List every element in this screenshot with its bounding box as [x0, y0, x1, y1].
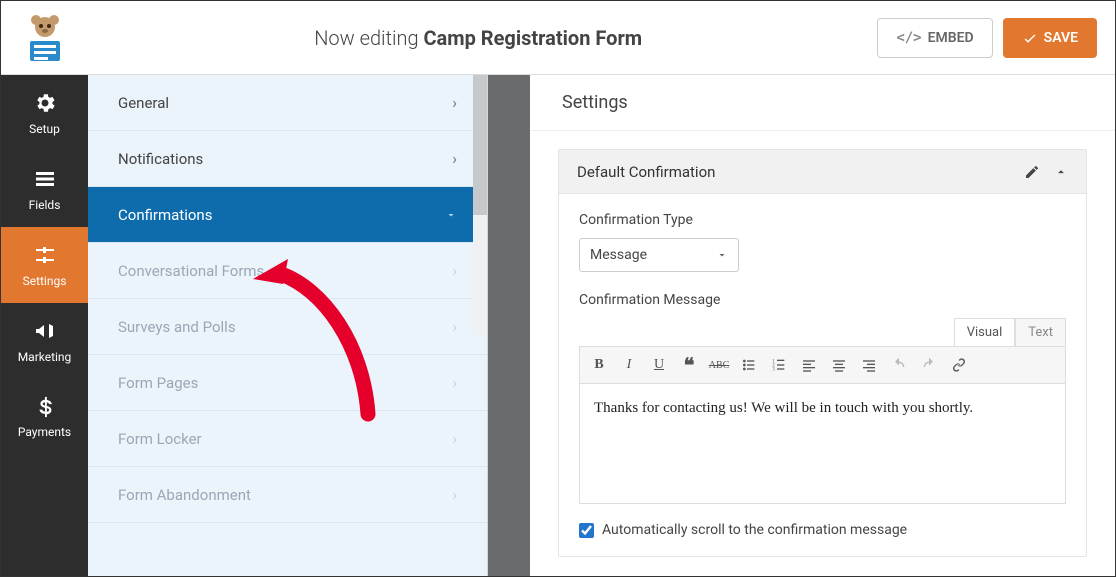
- undo-button[interactable]: [884, 350, 914, 380]
- editor-tabs: Visual Text: [579, 318, 1066, 346]
- sidebar-item-label: Form Pages: [118, 374, 198, 392]
- scrollbar-thumb[interactable]: [473, 75, 487, 215]
- chevron-right-icon: ›: [452, 317, 457, 336]
- chevron-right-icon: ›: [452, 149, 457, 168]
- nav-fields-label: Fields: [29, 198, 61, 212]
- tab-visual[interactable]: Visual: [954, 318, 1016, 346]
- sidebar-item-form-abandonment[interactable]: Form Abandonment ›: [88, 467, 487, 523]
- settings-sidebar: General › Notifications › Confirmations …: [88, 75, 488, 576]
- panel-header[interactable]: Default Confirmation: [559, 150, 1086, 194]
- align-right-button[interactable]: [854, 350, 884, 380]
- scrollbar-track[interactable]: [473, 75, 487, 335]
- confirmation-type-label: Confirmation Type: [579, 212, 1066, 228]
- confirmation-panel: Default Confirmation Confirmation Type M…: [558, 149, 1087, 557]
- sidebar-item-general[interactable]: General ›: [88, 75, 487, 131]
- chevron-right-icon: ›: [452, 261, 457, 280]
- nav-marketing-label: Marketing: [18, 350, 72, 364]
- top-header: Now editing Camp Registration Form </> E…: [1, 1, 1115, 75]
- panel-body: Confirmation Type Message Confirmation M…: [559, 194, 1086, 556]
- sidebar-item-label: Conversational Forms: [118, 262, 264, 280]
- sidebar-item-label: Form Locker: [118, 430, 202, 448]
- section-title: Settings: [530, 75, 1115, 131]
- bold-button[interactable]: B: [584, 350, 614, 380]
- list-icon: [33, 167, 57, 191]
- sidebar-item-form-pages[interactable]: Form Pages ›: [88, 355, 487, 411]
- chevron-right-icon: ›: [452, 373, 457, 392]
- megaphone-icon: [33, 319, 57, 343]
- code-icon: </>: [896, 30, 921, 46]
- sidebar-item-surveys-polls[interactable]: Surveys and Polls ›: [88, 299, 487, 355]
- page-title: Now editing Camp Registration Form: [79, 26, 877, 50]
- autoscroll-checkbox[interactable]: [579, 523, 594, 538]
- sidebar-item-notifications[interactable]: Notifications ›: [88, 131, 487, 187]
- chevron-right-icon: ›: [452, 485, 457, 504]
- gear-icon: [33, 91, 57, 115]
- pencil-icon[interactable]: [1024, 164, 1040, 180]
- nav-payments-label: Payments: [18, 425, 71, 439]
- header-actions: </> EMBED SAVE: [877, 18, 1097, 58]
- chevron-down-icon: [716, 249, 728, 261]
- nav-marketing[interactable]: Marketing: [1, 303, 88, 379]
- number-list-button[interactable]: 123: [764, 350, 794, 380]
- sidebar-item-label: General: [118, 94, 169, 112]
- save-label: SAVE: [1044, 30, 1078, 46]
- blockquote-button[interactable]: ❝: [674, 350, 704, 380]
- brand-logo: [19, 12, 71, 64]
- embed-label: EMBED: [928, 30, 974, 46]
- nav-rail: Setup Fields Settings Marketing Payments: [1, 75, 88, 576]
- workspace: Setup Fields Settings Marketing Payments…: [1, 75, 1115, 576]
- section-title-text: Settings: [562, 92, 628, 113]
- sidebar-item-form-locker[interactable]: Form Locker ›: [88, 411, 487, 467]
- check-icon: [1022, 30, 1038, 46]
- nav-settings-label: Settings: [23, 274, 67, 288]
- chevron-right-icon: ›: [452, 93, 457, 112]
- sidebar-item-label: Form Abandonment: [118, 486, 251, 504]
- svg-text:3: 3: [772, 367, 775, 372]
- align-center-button[interactable]: [824, 350, 854, 380]
- save-button[interactable]: SAVE: [1003, 18, 1097, 58]
- tab-text[interactable]: Text: [1015, 318, 1066, 346]
- italic-button[interactable]: I: [614, 350, 644, 380]
- nav-payments[interactable]: Payments: [1, 379, 88, 455]
- main-body: Default Confirmation Confirmation Type M…: [530, 131, 1115, 576]
- sidebar-item-conversational-forms[interactable]: Conversational Forms ›: [88, 243, 487, 299]
- preview-gutter: [488, 75, 530, 576]
- panel-title: Default Confirmation: [577, 163, 715, 181]
- sidebar-item-confirmations[interactable]: Confirmations: [88, 187, 487, 243]
- link-button[interactable]: [944, 350, 974, 380]
- autoscroll-row: Automatically scroll to the confirmation…: [579, 522, 1066, 538]
- align-left-button[interactable]: [794, 350, 824, 380]
- clear-format-button[interactable]: ABC: [704, 350, 734, 380]
- chevron-up-icon[interactable]: [1054, 165, 1068, 179]
- editor-content[interactable]: Thanks for contacting us! We will be in …: [579, 384, 1066, 504]
- form-name: Camp Registration Form: [423, 26, 642, 50]
- chevron-right-icon: ›: [452, 429, 457, 448]
- editing-prefix: Now editing: [314, 26, 423, 50]
- confirmation-type-value: Message: [590, 247, 647, 263]
- underline-button[interactable]: U: [644, 350, 674, 380]
- nav-fields[interactable]: Fields: [1, 151, 88, 227]
- sidebar-item-label: Confirmations: [118, 206, 212, 224]
- sidebar-item-label: Surveys and Polls: [118, 318, 236, 336]
- dollar-icon: [34, 396, 56, 418]
- confirmation-type-select[interactable]: Message: [579, 238, 739, 272]
- nav-setup-label: Setup: [29, 122, 60, 136]
- autoscroll-label: Automatically scroll to the confirmation…: [602, 522, 907, 538]
- editor-toolbar: B I U ❝ ABC 123: [579, 346, 1066, 384]
- redo-button[interactable]: [914, 350, 944, 380]
- bullet-list-button[interactable]: [734, 350, 764, 380]
- nav-setup[interactable]: Setup: [1, 75, 88, 151]
- sliders-icon: [33, 243, 57, 267]
- sidebar-item-label: Notifications: [118, 150, 203, 168]
- nav-settings[interactable]: Settings: [1, 227, 88, 303]
- rich-text-editor: Visual Text B I U ❝ ABC: [579, 318, 1066, 504]
- chevron-down-icon: [445, 209, 457, 221]
- main-panel: Settings Default Confirmation Confirmati…: [530, 75, 1115, 576]
- confirmation-message-label: Confirmation Message: [579, 292, 1066, 308]
- embed-button[interactable]: </> EMBED: [877, 18, 992, 58]
